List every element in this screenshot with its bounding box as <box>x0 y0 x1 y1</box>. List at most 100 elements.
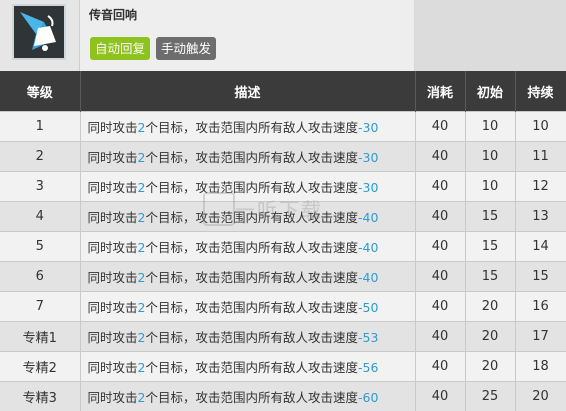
level-cell: 3 <box>0 172 80 202</box>
description-cell: 同时攻击2个目标，攻击范围内所有敌人攻击速度-30 <box>80 142 415 172</box>
duration-cell: 11 <box>515 142 566 172</box>
skill-name: 传音回响 <box>89 6 137 23</box>
attack-speed-value: -53 <box>358 330 378 345</box>
attack-speed-value: -30 <box>358 180 378 195</box>
initial-cell: 20 <box>465 352 515 382</box>
description-text: 同时攻击 <box>88 270 138 285</box>
table-row: 5同时攻击2个目标，攻击范围内所有敌人攻击速度-40401514 <box>0 232 566 262</box>
level-cell: 5 <box>0 232 80 262</box>
header-description: 描述 <box>80 71 415 112</box>
attack-speed-value: -50 <box>358 300 378 315</box>
initial-cell: 10 <box>465 142 515 172</box>
table-row: 1同时攻击2个目标，攻击范围内所有敌人攻击速度-30401010 <box>0 112 566 142</box>
header-cost: 消耗 <box>415 71 465 112</box>
duration-cell: 17 <box>515 322 566 352</box>
description-cell: 同时攻击2个目标，攻击范围内所有敌人攻击速度-40 <box>80 262 415 292</box>
level-cell: 7 <box>0 292 80 322</box>
attack-speed-value: -30 <box>358 120 378 135</box>
attack-speed-value: -60 <box>358 390 378 405</box>
cost-cell: 40 <box>415 322 465 352</box>
initial-cell: 10 <box>465 112 515 142</box>
tag-auto-recovery: 自动回复 <box>90 37 150 60</box>
attack-speed-value: -56 <box>358 360 378 375</box>
attack-speed-value: -40 <box>358 240 378 255</box>
initial-cell: 20 <box>465 292 515 322</box>
tag-manual-trigger: 手动触发 <box>156 37 216 60</box>
attack-speed-value: -40 <box>358 210 378 225</box>
duration-cell: 18 <box>515 352 566 382</box>
header-filler <box>415 0 566 71</box>
level-cell: 1 <box>0 112 80 142</box>
table-row: 2同时攻击2个目标，攻击范围内所有敌人攻击速度-30401011 <box>0 142 566 172</box>
cost-cell: 40 <box>415 232 465 262</box>
initial-cell: 10 <box>465 172 515 202</box>
level-cell: 6 <box>0 262 80 292</box>
description-cell: 同时攻击2个目标，攻击范围内所有敌人攻击速度-30 <box>80 112 415 142</box>
description-cell: 同时攻击2个目标，攻击范围内所有敌人攻击速度-40 <box>80 202 415 232</box>
duration-cell: 12 <box>515 172 566 202</box>
description-text: 个目标，攻击范围内所有敌人攻击速度 <box>145 330 358 345</box>
attack-speed-value: -30 <box>358 150 378 165</box>
initial-cell: 15 <box>465 262 515 292</box>
description-text: 同时攻击 <box>88 150 138 165</box>
initial-cell: 15 <box>465 202 515 232</box>
duration-cell: 10 <box>515 112 566 142</box>
description-text: 个目标，攻击范围内所有敌人攻击速度 <box>145 120 358 135</box>
description-cell: 同时攻击2个目标，攻击范围内所有敌人攻击速度-30 <box>80 172 415 202</box>
cost-cell: 40 <box>415 352 465 382</box>
skill-header: 传音回响 自动回复 手动触发 <box>0 0 566 71</box>
description-text: 个目标，攻击范围内所有敌人攻击速度 <box>145 150 358 165</box>
bell-icon <box>12 4 66 60</box>
duration-cell: 14 <box>515 232 566 262</box>
description-cell: 同时攻击2个目标，攻击范围内所有敌人攻击速度-60 <box>80 382 415 411</box>
description-text: 同时攻击 <box>88 300 138 315</box>
duration-cell: 20 <box>515 382 566 411</box>
header-initial: 初始 <box>465 71 515 112</box>
skill-info: 传音回响 自动回复 手动触发 <box>80 0 415 71</box>
cost-cell: 40 <box>415 142 465 172</box>
table-row: 7同时攻击2个目标，攻击范围内所有敌人攻击速度-50402016 <box>0 292 566 322</box>
initial-cell: 25 <box>465 382 515 411</box>
description-text: 个目标，攻击范围内所有敌人攻击速度 <box>145 300 358 315</box>
level-cell: 专精3 <box>0 382 80 411</box>
level-cell: 专精1 <box>0 322 80 352</box>
description-text: 个目标，攻击范围内所有敌人攻击速度 <box>145 180 358 195</box>
description-text: 同时攻击 <box>88 120 138 135</box>
description-text: 个目标，攻击范围内所有敌人攻击速度 <box>145 390 358 405</box>
skill-panel: 传音回响 自动回复 手动触发 等级 描述 消耗 初始 持续 1同时攻击2个目标，… <box>0 0 566 410</box>
duration-cell: 13 <box>515 202 566 232</box>
cost-cell: 40 <box>415 292 465 322</box>
skill-level-table: 等级 描述 消耗 初始 持续 1同时攻击2个目标，攻击范围内所有敌人攻击速度-3… <box>0 71 566 411</box>
cost-cell: 40 <box>415 262 465 292</box>
attack-speed-value: -40 <box>358 270 378 285</box>
cost-cell: 40 <box>415 382 465 411</box>
table-row: 专精1同时攻击2个目标，攻击范围内所有敌人攻击速度-53402017 <box>0 322 566 352</box>
skill-icon-cell <box>0 0 80 71</box>
description-text: 同时攻击 <box>88 360 138 375</box>
level-cell: 2 <box>0 142 80 172</box>
table-row: 4同时攻击2个目标，攻击范围内所有敌人攻击速度-40401513 <box>0 202 566 232</box>
description-cell: 同时攻击2个目标，攻击范围内所有敌人攻击速度-50 <box>80 292 415 322</box>
table-row: 专精2同时攻击2个目标，攻击范围内所有敌人攻击速度-56402018 <box>0 352 566 382</box>
cost-cell: 40 <box>415 172 465 202</box>
cost-cell: 40 <box>415 202 465 232</box>
description-text: 个目标，攻击范围内所有敌人攻击速度 <box>145 270 358 285</box>
level-cell: 专精2 <box>0 352 80 382</box>
description-text: 个目标，攻击范围内所有敌人攻击速度 <box>145 240 358 255</box>
table-row: 3同时攻击2个目标，攻击范围内所有敌人攻击速度-30401012 <box>0 172 566 202</box>
table-row: 6同时攻击2个目标，攻击范围内所有敌人攻击速度-40401515 <box>0 262 566 292</box>
description-text: 同时攻击 <box>88 240 138 255</box>
description-cell: 同时攻击2个目标，攻击范围内所有敌人攻击速度-56 <box>80 352 415 382</box>
level-cell: 4 <box>0 202 80 232</box>
description-text: 同时攻击 <box>88 180 138 195</box>
cost-cell: 40 <box>415 112 465 142</box>
description-text: 同时攻击 <box>88 390 138 405</box>
description-cell: 同时攻击2个目标，攻击范围内所有敌人攻击速度-53 <box>80 322 415 352</box>
header-level: 等级 <box>0 71 80 112</box>
description-text: 个目标，攻击范围内所有敌人攻击速度 <box>145 360 358 375</box>
description-text: 同时攻击 <box>88 210 138 225</box>
table-row: 专精3同时攻击2个目标，攻击范围内所有敌人攻击速度-60402520 <box>0 382 566 411</box>
header-duration: 持续 <box>515 71 566 112</box>
description-text: 个目标，攻击范围内所有敌人攻击速度 <box>145 210 358 225</box>
duration-cell: 15 <box>515 262 566 292</box>
